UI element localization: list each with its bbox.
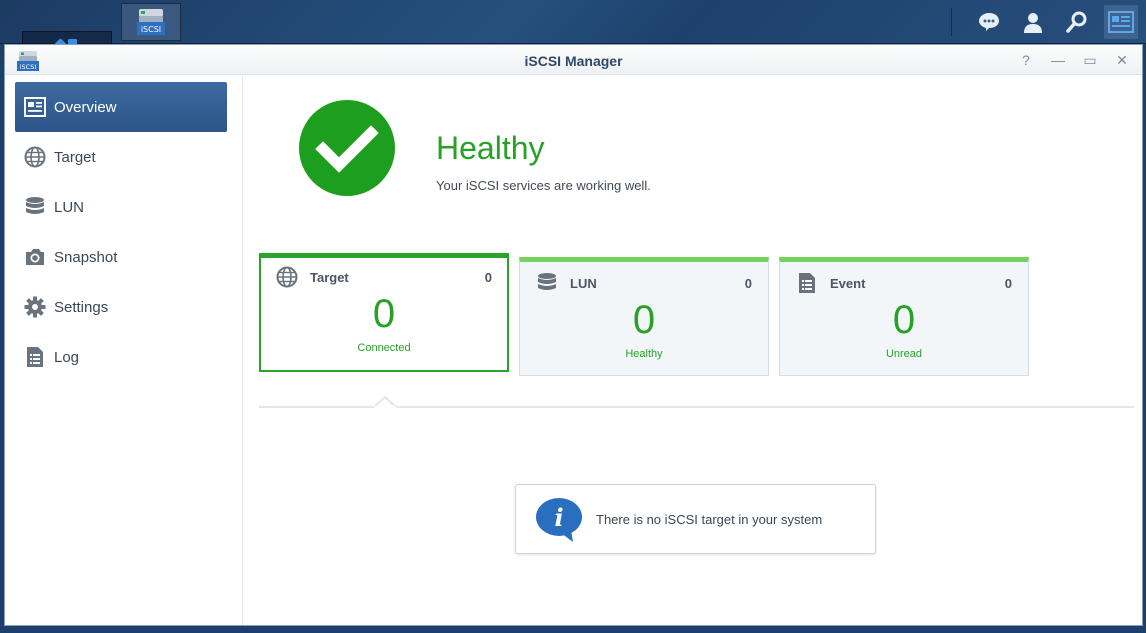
globe-icon	[24, 146, 46, 168]
sidebar-item-lun[interactable]: LUN	[15, 182, 227, 232]
taskbar-separator	[951, 8, 952, 36]
card-sublabel: Unread	[885, 348, 923, 360]
svg-text:iSCSI: iSCSI	[141, 25, 161, 34]
chat-icon	[979, 13, 999, 31]
checkmark-icon	[315, 125, 379, 173]
window-title: iSCSI Manager	[524, 53, 623, 69]
card-count: 0	[744, 276, 752, 291]
search-button[interactable]	[1060, 5, 1094, 39]
card-label: LUN	[570, 276, 597, 291]
card-sublabel: Healthy	[625, 348, 663, 360]
database-icon	[24, 196, 46, 218]
target-summary-card[interactable]: Target 0 0 Connected	[259, 253, 509, 372]
iscsi-manager-window: iSCSI iSCSI Manager ? — ▭ ✕ Overview Tar…	[4, 44, 1143, 626]
card-label: Target	[310, 270, 349, 285]
sidebar-item-snapshot[interactable]: Snapshot	[15, 232, 227, 282]
log-icon	[799, 273, 815, 293]
info-message-box: i There is no iSCSI target in your syste…	[515, 484, 876, 554]
sidebar-item-label: Log	[54, 348, 80, 366]
sidebar-item-label: LUN	[54, 198, 85, 216]
sidebar-item-label: Overview	[54, 98, 117, 116]
sidebar-item-label: Target	[54, 148, 96, 166]
minimize-button[interactable]: —	[1048, 51, 1068, 69]
card-label: Event	[830, 276, 866, 291]
overview-panel: Healthy Your iSCSI services are working …	[244, 76, 1142, 625]
sidebar-item-label: Snapshot	[54, 248, 118, 266]
card-value: 0	[372, 292, 396, 336]
svg-text:i: i	[554, 503, 563, 532]
user-icon	[1024, 13, 1042, 33]
sidebar-item-label: Settings	[54, 298, 109, 316]
info-message-text: There is no iSCSI target in your system	[596, 512, 823, 527]
iscsi-app-icon: iSCSI	[137, 9, 165, 35]
taskbar-app-iscsi[interactable]: iSCSI	[121, 3, 181, 41]
camera-icon	[24, 246, 46, 268]
card-sublabel: Connected	[357, 342, 411, 354]
status-description: Your iSCSI services are working well.	[436, 178, 651, 193]
status-title: Healthy	[436, 130, 545, 166]
log-icon	[24, 346, 46, 368]
card-count: 0	[484, 270, 492, 285]
search-icon	[1066, 11, 1087, 33]
sidebar: Overview Target LUN Snapshot Settings Lo…	[5, 76, 243, 625]
card-value: 0	[892, 298, 916, 342]
sidebar-item-settings[interactable]: Settings	[15, 282, 227, 332]
widgets-button[interactable]	[1104, 5, 1138, 39]
sidebar-item-target[interactable]: Target	[15, 132, 227, 182]
desktop-taskbar: iSCSI	[0, 0, 1146, 69]
user-button[interactable]	[1016, 5, 1050, 39]
status-indicator	[299, 100, 395, 196]
overview-icon	[24, 96, 46, 118]
chat-button[interactable]	[972, 5, 1006, 39]
event-summary-card[interactable]: Event 0 0 Unread	[779, 257, 1029, 376]
widgets-icon	[1108, 11, 1134, 33]
help-button[interactable]: ?	[1016, 51, 1036, 69]
database-icon	[538, 273, 556, 290]
sidebar-item-log[interactable]: Log	[15, 332, 227, 382]
globe-icon	[276, 266, 298, 288]
card-count: 0	[1004, 276, 1012, 291]
window-titlebar[interactable]: iSCSI iSCSI Manager ? — ▭ ✕	[5, 45, 1142, 75]
card-value: 0	[632, 298, 656, 342]
close-button[interactable]: ✕	[1112, 51, 1132, 69]
info-icon: i	[536, 498, 582, 542]
maximize-button[interactable]: ▭	[1080, 51, 1100, 69]
gear-icon	[24, 296, 46, 318]
lun-summary-card[interactable]: LUN 0 0 Healthy	[519, 257, 769, 376]
selection-pointer	[374, 396, 396, 408]
sidebar-item-overview[interactable]: Overview	[15, 82, 227, 132]
